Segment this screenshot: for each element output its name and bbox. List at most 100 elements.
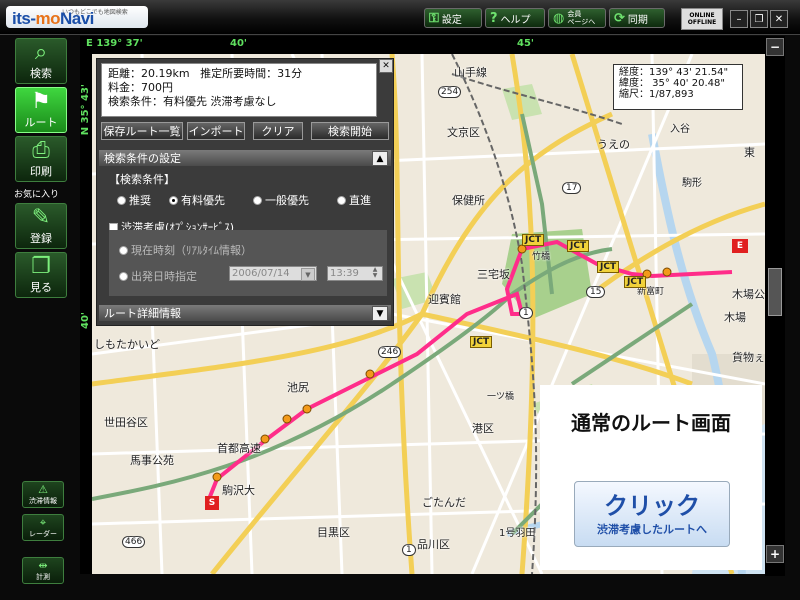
radio-icon — [117, 195, 126, 205]
traffic-info-button[interactable]: ⚠ 渋滞情報 — [22, 481, 64, 508]
summary-close-icon[interactable]: ✕ — [379, 59, 393, 73]
import-button[interactable]: インポート — [187, 122, 245, 140]
option-current-time[interactable]: 現在時刻（ﾘｱﾙﾀｲﾑ情報） — [119, 242, 252, 258]
member-page-button[interactable]: ◍ 会員 ページへ — [548, 8, 606, 28]
longitude-label: E 139° 37' — [86, 38, 143, 49]
map-label-geihinkan: 迎賓館 — [428, 293, 461, 306]
radar-button[interactable]: ⌖ レーダー — [22, 514, 64, 541]
expand-icon[interactable]: ▼ — [372, 306, 388, 321]
latitude-value: 緯度： 35° 40' 20.48" — [619, 78, 725, 89]
route-shield-15: 15 — [586, 286, 606, 298]
promo-overlay: 通常のルート画面 クリック 渋滞考慮したルートへ — [540, 385, 762, 570]
map-label-bunkyo: 文京区 — [447, 126, 480, 139]
longitude-value: 経度：139° 43' 21.54" — [619, 67, 729, 78]
start-search-button[interactable]: 検索開始 — [311, 122, 389, 140]
collapse-icon[interactable]: ▲ — [372, 151, 388, 166]
sync-button[interactable]: ⟳ 同期 — [609, 8, 665, 28]
longitude-ruler: E 139° 37' 40' 45' — [80, 36, 765, 54]
map-label-kamotsu: 貨物ぇ — [732, 351, 765, 364]
restore-button[interactable]: ❐ — [750, 10, 768, 28]
measure-button[interactable]: ⇹ 計測 — [22, 557, 64, 584]
map-label-meguro: 目黒区 — [317, 526, 350, 539]
map-label-setagaya: 世田谷区 — [104, 416, 148, 429]
traffic-route-link-button[interactable]: クリック 渋滞考慮したルートへ — [574, 481, 730, 547]
map-label-komazawa: 駒沢大 — [222, 484, 255, 497]
zoom-in-button[interactable]: + — [766, 545, 784, 563]
radar-icon: ⌖ — [39, 515, 47, 529]
route-conditions: 検索条件：有料優先 渋滞考慮なし — [108, 95, 277, 108]
route-distance: 距離：20.19km — [108, 67, 190, 80]
route-shield-466: 466 — [122, 536, 146, 548]
zoom-slider-handle[interactable] — [768, 268, 782, 316]
question-icon: ? — [490, 10, 498, 26]
app-logo: いつもどこでも地図検索 its-moNavi — [6, 6, 148, 28]
scale-value: 縮尺：1/87,893 — [619, 89, 694, 100]
minimize-button[interactable]: – — [730, 10, 748, 28]
logo-wordmark: its-moNavi — [12, 9, 94, 28]
radio-selected-icon — [169, 195, 178, 205]
option-general-priority[interactable]: 一般優先 — [253, 192, 309, 208]
route-time: 推定所要時間：31分 — [200, 67, 303, 80]
departure-time-stepper[interactable]: 13:39 ▲ ▼ — [327, 266, 383, 281]
option-toll-priority[interactable]: 有料優先 — [169, 192, 225, 208]
register-button[interactable]: ✎ 登録 — [15, 203, 67, 249]
ruler-icon: ⇹ — [38, 558, 48, 572]
route-search-panel: 距離：20.19km 推定所要時間：31分 料金：700円 検索条件：有料優先 … — [96, 58, 394, 326]
online-offline-toggle[interactable]: ONLINE OFFLINE — [681, 8, 723, 30]
sync-icon: ⟳ — [614, 10, 625, 26]
radio-icon — [119, 245, 128, 255]
route-shield-1b: 1 — [402, 544, 416, 556]
traffic-options-group: 現在時刻（ﾘｱﾙﾀｲﾑ情報） 出発日時指定 2006/07/14 ▼ 13:39… — [109, 230, 387, 296]
settings-button[interactable]: ⚿ 設定 — [424, 8, 482, 28]
jct-marker: JCT — [624, 276, 647, 288]
map-label-minato: 港区 — [472, 422, 494, 435]
map-label-higashi: 東 — [744, 146, 755, 159]
zoom-out-button[interactable]: − — [766, 38, 784, 56]
longitude-tick-45: 45' — [517, 38, 534, 49]
map-label-kiba: 木場 — [724, 311, 746, 324]
overlay-title: 通常のルート画面 — [571, 411, 731, 435]
map-label-shuto: 首都高速 — [217, 442, 261, 455]
radio-icon — [253, 195, 262, 205]
close-button[interactable]: ✕ — [770, 10, 788, 28]
saved-routes-button[interactable]: 保存ルート一覧 — [101, 122, 183, 140]
route-shield-1: 1 — [519, 307, 533, 319]
goal-flag-icon[interactable]: E — [732, 239, 748, 253]
jct-marker: JCT — [522, 234, 545, 246]
map-label-bajikoen: 馬事公苑 — [130, 454, 174, 467]
coordinate-info-box: 経度：139° 43' 21.54" 緯度： 35° 40' 20.48" 縮尺… — [613, 64, 743, 110]
map-label-miyakezaka: 三宅坂 — [477, 268, 510, 281]
route-button[interactable]: ⚑ ルート — [15, 87, 67, 133]
latitude-tick-40: 40' — [80, 312, 91, 329]
book-icon: ❐ — [31, 254, 51, 279]
printer-icon: ⎙ — [32, 138, 50, 163]
map-label-shinagawa: 品川区 — [417, 538, 450, 551]
jct-marker: JCT — [470, 336, 493, 348]
departure-date-select[interactable]: 2006/07/14 ▼ — [229, 266, 317, 281]
search-button[interactable]: ⌕ 検索 — [15, 38, 67, 84]
clear-button[interactable]: クリア — [253, 122, 303, 140]
route-shield-17: 17 — [562, 182, 582, 194]
map-label-ikejiri: 池尻 — [287, 381, 309, 394]
search-settings-header[interactable]: 検索条件の設定 ▲ — [99, 150, 391, 166]
map-label-shimotakaido: しもたかいど — [94, 338, 160, 351]
jct-marker: JCT — [597, 261, 620, 273]
help-button[interactable]: ? ヘルプ — [485, 8, 545, 28]
search-conditions-label: 【検索条件】 — [109, 173, 175, 186]
option-departure-time[interactable]: 出発日時指定 — [119, 268, 197, 284]
route-details-header[interactable]: ルート詳細情報 ▼ — [99, 305, 391, 321]
option-recommended[interactable]: 推奨 — [117, 192, 151, 208]
map-label-gotanda: ごたんだ — [422, 496, 466, 509]
route-summary: 距離：20.19km 推定所要時間：31分 料金：700円 検索条件：有料優先 … — [101, 63, 377, 117]
route-shield-254: 254 — [438, 86, 462, 98]
traffic-icon: ⚠ — [38, 482, 48, 496]
jct-marker: JCT — [567, 240, 590, 252]
map-label-hitotsubashi: 一ツ橋 — [487, 392, 515, 402]
view-button[interactable]: ❐ 見る — [15, 252, 67, 298]
option-straight[interactable]: 直進 — [337, 192, 371, 208]
globe-icon: ◍ — [553, 10, 565, 26]
map-label-hoken: 保健所 — [452, 194, 485, 207]
start-flag-icon[interactable]: S — [205, 496, 219, 510]
pin-icon: ✎ — [31, 205, 51, 230]
print-button[interactable]: ⎙ 印刷 — [15, 136, 67, 182]
